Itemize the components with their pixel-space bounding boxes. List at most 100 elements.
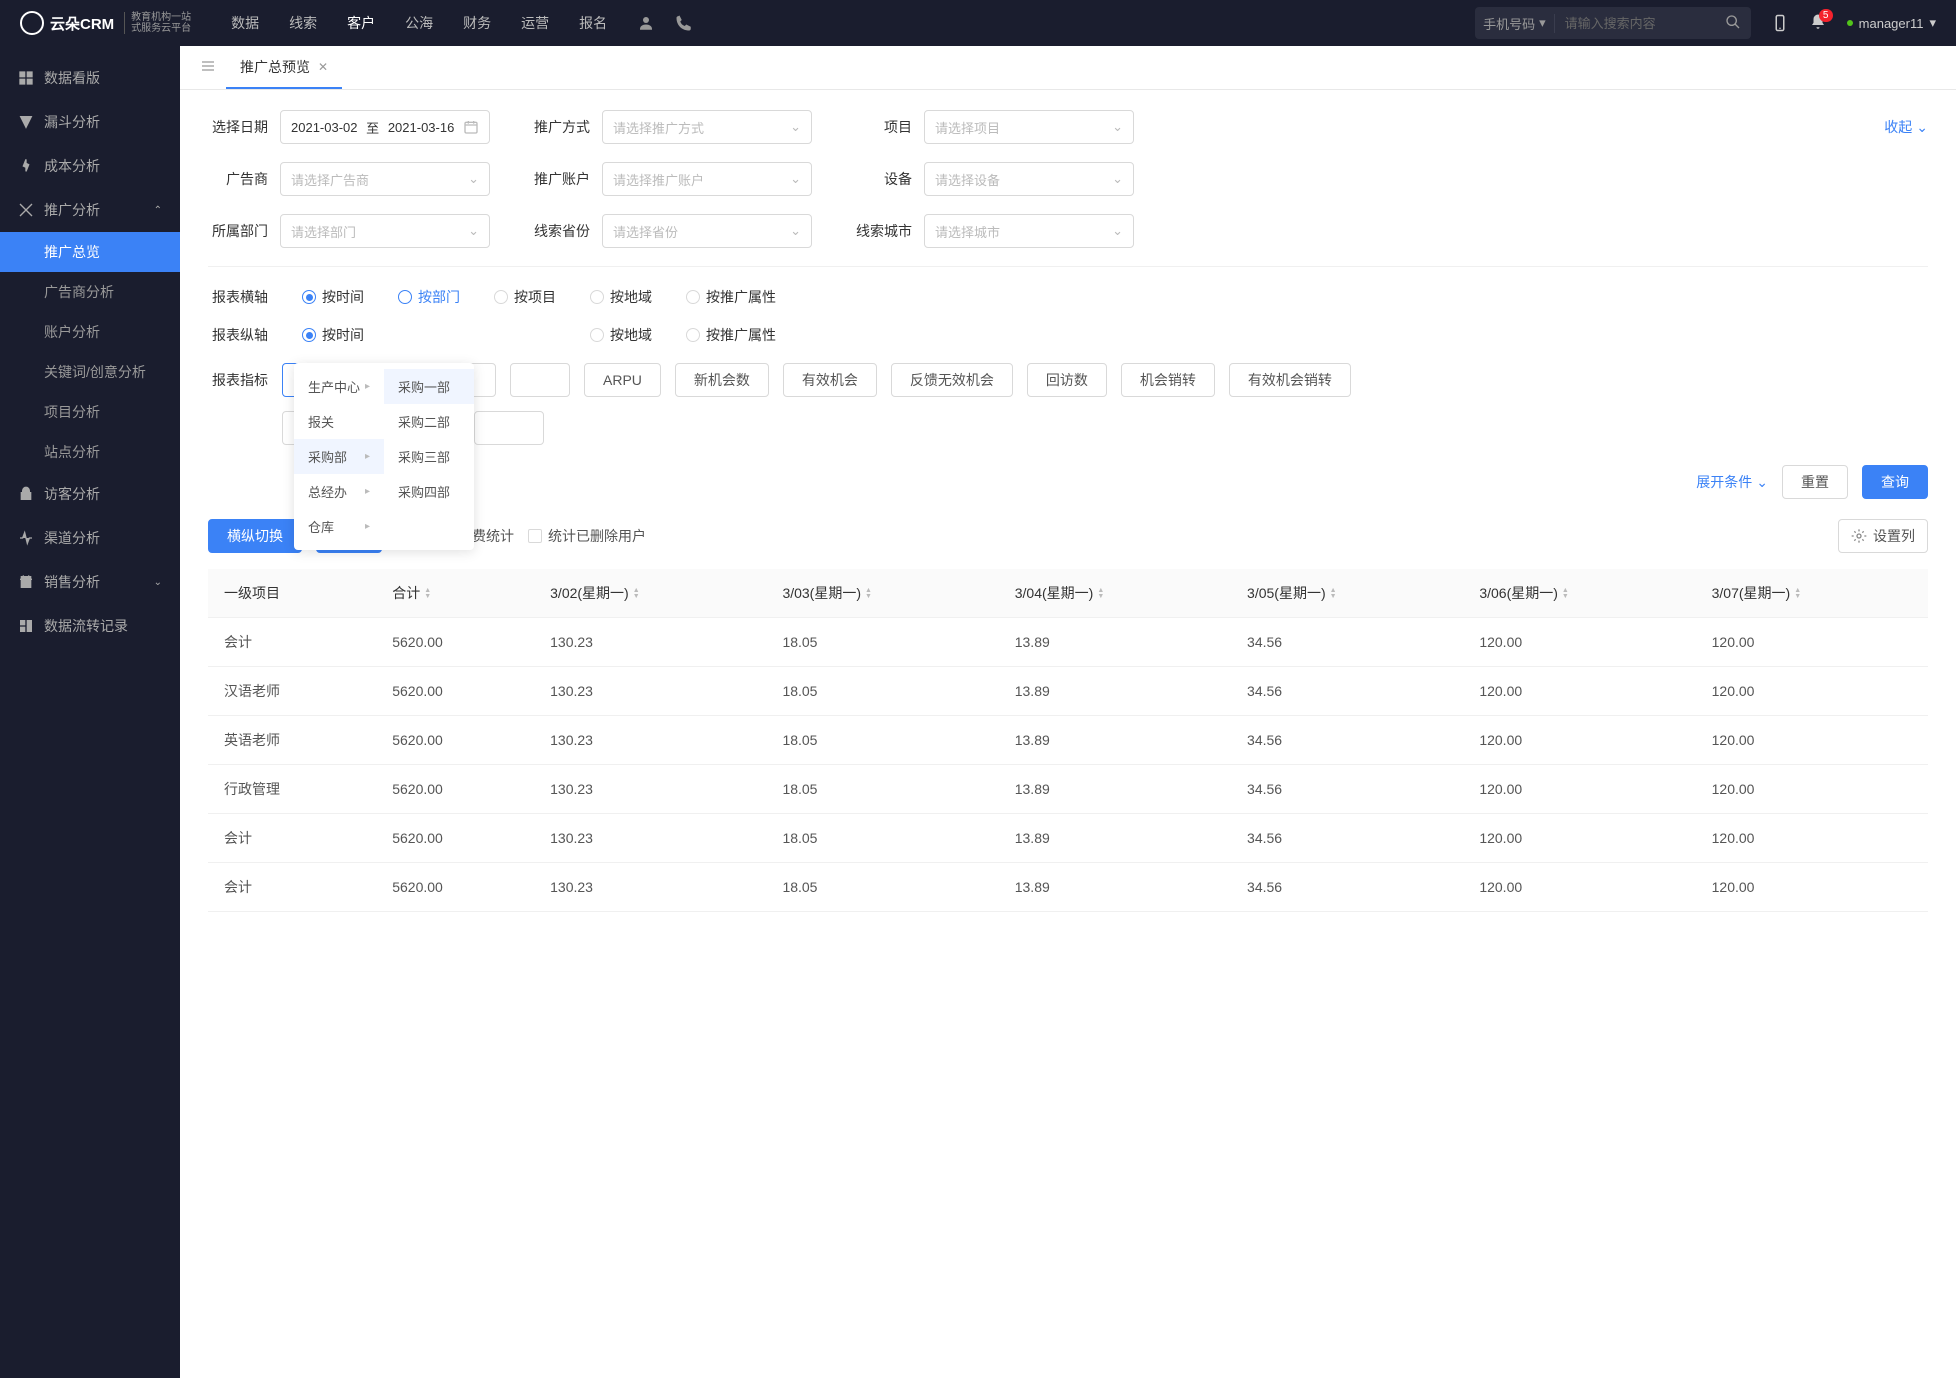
sidebar-sub-关键词/创意分析[interactable]: 关键词/创意分析 [0,352,180,392]
table-header-5[interactable]: 3/05(星期一)▲▼ [1231,569,1463,618]
table-header-7[interactable]: 3/07(星期一)▲▼ [1696,569,1928,618]
tab-promotion-overview[interactable]: 推广总预览 ✕ [226,47,342,89]
haxis-time[interactable]: 按时间 [302,287,364,307]
phone-icon[interactable] [675,14,693,32]
dropdown-item-采购部[interactable]: 采购部▸ [294,439,384,474]
table-cell: 34.56 [1231,716,1463,765]
sidebar-item-推广分析[interactable]: 推广分析⌃ [0,188,180,232]
expand-conditions-link[interactable]: 展开条件 ⌄ [1696,472,1768,492]
date-range-input[interactable]: 2021-03-02 至 2021-03-16 [280,110,490,144]
table-header-4[interactable]: 3/04(星期一)▲▼ [999,569,1231,618]
sidebar-item-渠道分析[interactable]: 渠道分析 [0,516,180,560]
collapse-link[interactable]: 收起 ⌄ [1884,117,1928,137]
metric-extra2[interactable] [474,411,544,445]
metric-hidden3[interactable] [510,363,570,397]
table-cell: 行政管理 [208,765,376,814]
user-menu[interactable]: manager11 ▾ [1847,15,1936,31]
menu-toggle[interactable] [190,58,226,77]
province-select[interactable]: 请选择省份⌄ [602,214,812,248]
city-select[interactable]: 请选择城市⌄ [924,214,1134,248]
query-button[interactable]: 查询 [1862,465,1928,499]
menu-icon [200,58,216,74]
sidebar-icon [18,158,34,174]
topnav-数据[interactable]: 数据 [231,13,259,33]
data-table: 一级项目合计▲▼3/02(星期一)▲▼3/03(星期一)▲▼3/04(星期一)▲… [208,569,1928,912]
metric-invalid-feedback[interactable]: 反馈无效机会 [891,363,1013,397]
sidebar-sub-账户分析[interactable]: 账户分析 [0,312,180,352]
sidebar-item-数据流转记录[interactable]: 数据流转记录 [0,604,180,648]
advertiser-select[interactable]: 请选择广告商⌄ [280,162,490,196]
metric-revisit[interactable]: 回访数 [1027,363,1107,397]
dropdown-item-报关[interactable]: 报关 [294,404,384,439]
topnav-报名[interactable]: 报名 [579,13,607,33]
dropdown-item-采购一部[interactable]: 采购一部 [384,369,474,404]
calendar-icon [463,119,479,135]
table-row: 行政管理5620.00130.2318.0513.8934.56120.0012… [208,765,1928,814]
user-icon[interactable] [637,14,655,32]
reset-button[interactable]: 重置 [1782,465,1848,499]
dept-select[interactable]: 请选择部门⌄ [280,214,490,248]
deleted-stat-checkbox[interactable]: 统计已删除用户 [528,526,646,546]
sidebar-item-成本分析[interactable]: 成本分析 [0,144,180,188]
topnav-客户[interactable]: 客户 [347,13,375,33]
vaxis-attr[interactable]: 按推广属性 [686,325,776,345]
vaxis-region[interactable]: 按地域 [590,325,652,345]
column-setting-button[interactable]: 设置列 [1838,519,1928,553]
topnav-线索[interactable]: 线索 [289,13,317,33]
search-button[interactable] [1715,14,1751,33]
device-select[interactable]: 请选择设备⌄ [924,162,1134,196]
metric-opp-conv[interactable]: 机会销转 [1121,363,1215,397]
dropdown-item-采购四部[interactable]: 采购四部 [384,474,474,509]
sidebar-sub-项目分析[interactable]: 项目分析 [0,392,180,432]
table-header-0[interactable]: 一级项目 [208,569,376,618]
table-header-1[interactable]: 合计▲▼ [376,569,534,618]
sidebar-icon [18,574,34,590]
dropdown-item-采购二部[interactable]: 采购二部 [384,404,474,439]
search-type-select[interactable]: 手机号码 ▾ [1475,14,1555,33]
table-header-row: 一级项目合计▲▼3/02(星期一)▲▼3/03(星期一)▲▼3/04(星期一)▲… [208,569,1928,618]
notification-bell[interactable]: 5 [1809,13,1827,34]
sidebar-sub-推广总览[interactable]: 推广总览 [0,232,180,272]
dropdown-item-生产中心[interactable]: 生产中心▸ [294,369,384,404]
haxis-region[interactable]: 按地域 [590,287,652,307]
sidebar-item-销售分析[interactable]: 销售分析⌄ [0,560,180,604]
topnav-运营[interactable]: 运营 [521,13,549,33]
haxis-attr[interactable]: 按推广属性 [686,287,776,307]
metric-new-opp[interactable]: 新机会数 [675,363,769,397]
metric-arpu[interactable]: ARPU [584,363,661,397]
haxis-dept[interactable]: 按部门 [398,287,460,307]
chevron-down-icon: ⌄ [468,223,479,239]
account-select[interactable]: 请选择推广账户⌄ [602,162,812,196]
dropdown-item-总经办[interactable]: 总经办▸ [294,474,384,509]
sidebar-item-访客分析[interactable]: 访客分析 [0,472,180,516]
vaxis-time[interactable]: 按时间 [302,325,364,345]
table-cell: 18.05 [766,667,998,716]
table-cell: 18.05 [766,814,998,863]
swap-axes-button[interactable]: 横纵切换 [208,519,302,553]
haxis-project[interactable]: 按项目 [494,287,556,307]
method-select[interactable]: 请选择推广方式⌄ [602,110,812,144]
sidebar-item-漏斗分析[interactable]: 漏斗分析 [0,100,180,144]
table-header-6[interactable]: 3/06(星期一)▲▼ [1463,569,1695,618]
sidebar-item-数据看版[interactable]: 数据看版 [0,56,180,100]
topnav-财务[interactable]: 财务 [463,13,491,33]
metric-valid-opp[interactable]: 有效机会 [783,363,877,397]
horizontal-axis-row: 报表横轴 按时间 按部门 按项目 按地域 按推广属性 [208,287,1928,307]
table-cell: 130.23 [534,716,766,765]
mobile-icon[interactable] [1771,14,1789,32]
table-header-2[interactable]: 3/02(星期一)▲▼ [534,569,766,618]
topnav-公海[interactable]: 公海 [405,13,433,33]
top-extra-icons [637,14,693,32]
close-icon[interactable]: ✕ [318,60,328,74]
sidebar-sub-广告商分析[interactable]: 广告商分析 [0,272,180,312]
table-header-3[interactable]: 3/03(星期一)▲▼ [766,569,998,618]
dropdown-item-采购三部[interactable]: 采购三部 [384,439,474,474]
dropdown-item-仓库[interactable]: 仓库▸ [294,509,384,544]
sidebar-sub-站点分析[interactable]: 站点分析 [0,432,180,472]
table-row: 英语老师5620.00130.2318.0513.8934.56120.0012… [208,716,1928,765]
table-cell: 5620.00 [376,814,534,863]
table-cell: 120.00 [1463,667,1695,716]
search-input[interactable] [1555,16,1715,31]
metric-valid-opp-conv[interactable]: 有效机会销转 [1229,363,1351,397]
project-select[interactable]: 请选择项目⌄ [924,110,1134,144]
